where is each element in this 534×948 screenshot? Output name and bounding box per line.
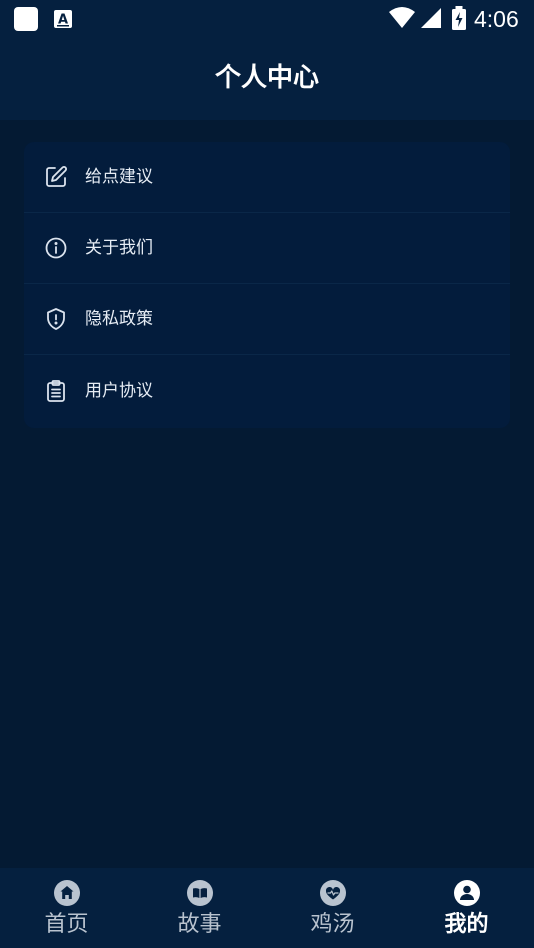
- notification-square-icon: [14, 7, 38, 31]
- menu-item-user-agreement[interactable]: 用户协议: [24, 355, 510, 428]
- menu-item-privacy-policy[interactable]: 隐私政策: [24, 284, 510, 355]
- menu-item-label: 给点建议: [85, 167, 153, 187]
- signal-icon: [421, 8, 441, 28]
- battery-charging-icon: [452, 6, 466, 30]
- user-icon: [454, 880, 480, 906]
- menu-card: 给点建议 关于我们 隐私政策 用户协议: [24, 142, 510, 428]
- tab-label: 我的: [444, 912, 489, 937]
- menu-item-label: 关于我们: [85, 238, 153, 258]
- menu-item-label: 用户协议: [85, 381, 153, 401]
- tab-chicken-soup[interactable]: 鸡汤: [266, 868, 399, 948]
- tab-label: 鸡汤: [310, 912, 355, 937]
- tab-label: 故事: [177, 912, 222, 937]
- tab-story[interactable]: 故事: [133, 868, 266, 948]
- page-title: 个人中心: [214, 63, 319, 93]
- edit-icon: [46, 166, 67, 187]
- home-icon: [54, 880, 80, 906]
- wifi-icon: [389, 7, 415, 28]
- tab-mine[interactable]: 我的: [400, 868, 533, 948]
- book-icon: [187, 880, 213, 906]
- status-bar: A 4:06: [0, 0, 534, 38]
- tab-label: 首页: [44, 912, 89, 937]
- heart-pulse-icon: [320, 880, 346, 906]
- accessibility-a-icon: A: [54, 10, 72, 28]
- clock-time: 4:06: [474, 6, 519, 32]
- app-header: 个人中心: [0, 38, 534, 120]
- menu-item-label: 隐私政策: [85, 309, 153, 329]
- tab-home[interactable]: 首页: [0, 868, 133, 948]
- menu-item-about-us[interactable]: 关于我们: [24, 213, 510, 284]
- menu-item-feedback[interactable]: 给点建议: [24, 142, 510, 213]
- shield-icon: [47, 308, 65, 330]
- info-icon: [45, 237, 67, 259]
- clipboard-icon: [47, 380, 65, 402]
- bottom-tab-bar: 首页 故事 鸡汤 我的: [0, 868, 534, 948]
